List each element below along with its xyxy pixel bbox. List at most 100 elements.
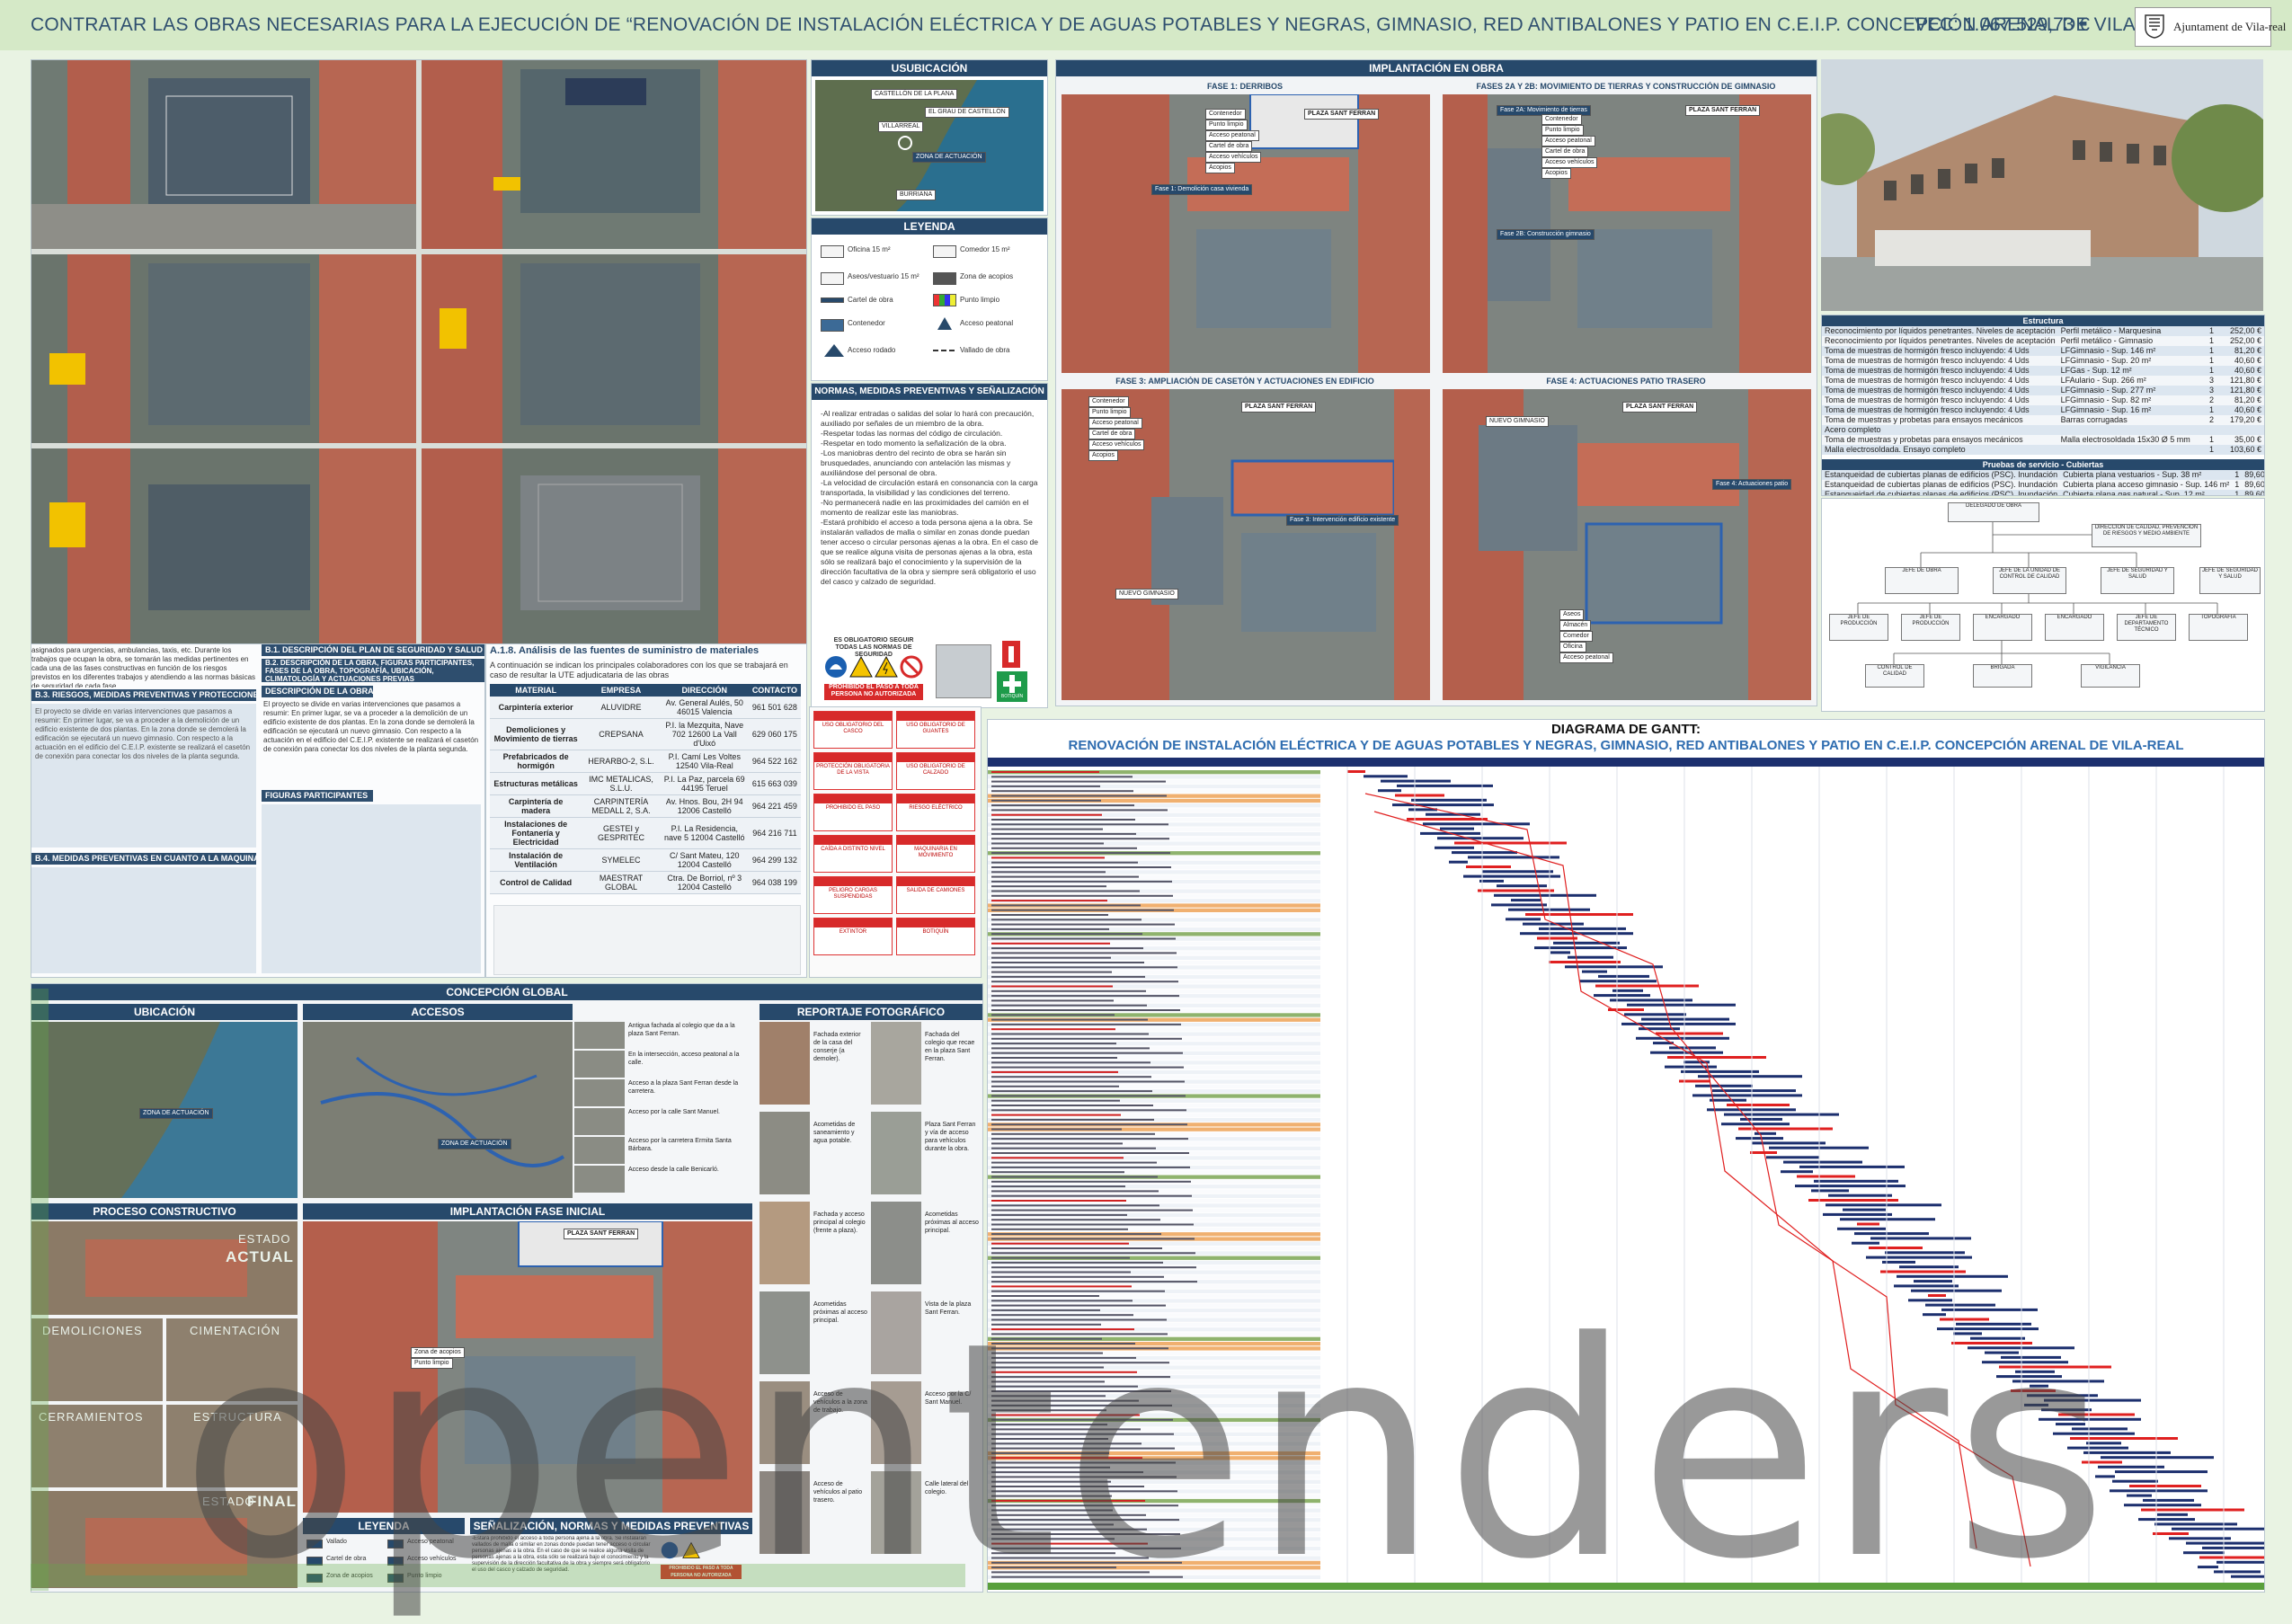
maquinaria-table (31, 867, 256, 973)
gantt-task-name (991, 1252, 1195, 1255)
gantt-bar (1695, 1084, 1753, 1087)
gantt-bar (1843, 1208, 1886, 1211)
p3-plaza: PLAZA SANT FERRAN (1241, 402, 1317, 413)
conc-zona-label-2: ZONA DE ACTUACIÓN (438, 1139, 511, 1149)
estructura-cell: Toma de muestras de hormigón fresco incl… (1822, 366, 2058, 376)
gantt-task-name (991, 1185, 1125, 1188)
gantt-bar (1826, 1203, 1941, 1207)
gantt-task-name (991, 942, 1110, 945)
gantt-bar (1828, 1194, 1892, 1197)
sign-chip-color (897, 836, 974, 845)
gantt-bar (1568, 955, 1613, 959)
gantt-task-name (991, 1052, 1183, 1054)
phase1-plan: Contenedor Punto limpio Acceso peatonal … (1062, 94, 1430, 373)
gantt-task-name (991, 1033, 1149, 1035)
gantt-bar (2143, 1498, 2194, 1502)
gantt-task-name (991, 1204, 1159, 1207)
report-photo (760, 1022, 810, 1105)
materiales-row: Prefabricados de hormigón HERARBO-2, S.L.… (490, 750, 801, 773)
gantt-bar (1823, 1212, 1892, 1216)
materiales-cell: 964 221 459 (748, 794, 801, 818)
gantt-bar (2172, 1527, 2264, 1531)
gantt-task-name (991, 989, 1146, 992)
electric-sign-icon (875, 655, 898, 678)
contenedor-symbol (821, 319, 844, 332)
materiales-intro: A continuación se indican los principale… (490, 661, 788, 679)
gantt-task-name (991, 1194, 1192, 1197)
phase3-plan: Contenedor Punto limpio Acceso peatonal … (1062, 389, 1430, 700)
sign-chip: PROHIBIDO EL PASO (813, 794, 893, 831)
estructura-cell: Toma de muestras de hormigón fresco incl… (1822, 356, 2058, 366)
gantt-bar (1837, 1227, 1886, 1230)
gantt-task-name (991, 1028, 1115, 1031)
p1-acceso-vehiculos: Acceso vehículos (1205, 152, 1262, 163)
sign-chip-label: MAQUINARIA EN MOVIMIENTO (914, 847, 957, 858)
p2-cartel: Cartel de obra (1541, 146, 1589, 157)
gantt-task-name (991, 1261, 1163, 1264)
access-caption: Acceso por la calle Sant Manuel. (628, 1109, 720, 1115)
botiquin-sign: BOTIQUÍN (997, 671, 1027, 702)
gantt-bar (1598, 974, 1649, 978)
normas-list: -Al realizar entradas o salidas del sola… (821, 409, 1038, 607)
gantt-bar (1423, 822, 1530, 826)
oficina-symbol (821, 245, 844, 258)
access-photo (574, 1137, 625, 1164)
gantt-bar (2231, 1575, 2264, 1578)
riesgos-text: El proyecto se divide en varias interven… (35, 707, 251, 760)
materiales-cell: SYMELEC (582, 848, 661, 872)
p1-plaza: PLAZA SANT FERRAN (1304, 109, 1380, 120)
estructura-cell: 1 (2199, 435, 2217, 445)
org-topografia: TOPOGRAFÍA (2189, 614, 2248, 641)
descripcion-obra-head: DESCRIPCIÓN DE LA OBRA (262, 686, 373, 697)
estructura-cell: Malla electrosoldada. Ensayo completo (1822, 445, 2058, 455)
materiales-cell: ALUVIDRE (582, 697, 661, 719)
access-photo (574, 1166, 625, 1193)
gantt-bar (2183, 1551, 2225, 1555)
cubiertas-cell: 1 (2232, 490, 2243, 495)
gantt-bar (1656, 1032, 1723, 1035)
section-b1-head: B.1. DESCRIPCIÓN DEL PLAN DE SEGURIDAD Y… (262, 644, 484, 656)
gantt-task-name (991, 1242, 1129, 1245)
materiales-row: Instalaciones de Fontanería y Electricid… (490, 817, 801, 849)
gantt-task-name (991, 842, 1104, 845)
aerial-photo-1 (31, 60, 416, 249)
gantt-task-name (991, 1180, 1191, 1183)
cubiertas-cell: Cubierta plana gas natural - Sup. 12 m² (2060, 490, 2233, 495)
gantt-task-name (991, 923, 1175, 926)
gantt-task-name (991, 1166, 1190, 1168)
cubiertas-cell: Estanqueidad de cubiertas planas de edif… (1822, 490, 2061, 495)
gantt-task-name (991, 918, 1142, 921)
estructura-row: Malla electrosoldada. Ensayo completo 1 10… (1822, 445, 2264, 455)
leyenda-title: LEYENDA (812, 218, 1047, 235)
legend-aseos: Aseos/vestuario 15 m² (848, 272, 919, 280)
cubiertas-cell: 89,60 € (2242, 470, 2264, 480)
organigrama-panel: DELEGADO DE OBRA DIRECCIÓN DE CALIDAD, P… (1821, 498, 2265, 712)
gantt-bar (1681, 1069, 1759, 1073)
gantt-task-name (991, 1228, 1128, 1230)
gantt-bar (1452, 851, 1517, 855)
gantt-task-name (991, 1057, 1117, 1059)
sign-chip-label: PROHIBIDO EL PASO (825, 805, 881, 811)
org-encargado-1: ENCARGADO (1973, 614, 2032, 641)
gantt-bar (2101, 1456, 2214, 1460)
report-photo (760, 1112, 810, 1194)
gantt-task-name (991, 1009, 1180, 1011)
gantt-bar (1411, 798, 1487, 802)
gantt-bar (2110, 1489, 2208, 1493)
materiales-cell: 964 522 162 (748, 750, 801, 773)
gantt-task-name (991, 875, 1139, 878)
access-photo (574, 1079, 625, 1106)
gantt-bar (1750, 1151, 1777, 1154)
estructura-row: Toma de muestras de hormigón fresco incl… (1822, 405, 2264, 415)
descripcion-obra-text: El proyecto se divide en varias interven… (263, 700, 479, 753)
materiales-cell: MAESTRAT GLOBAL (582, 871, 661, 894)
cubiertas-cell: 89,60 € (2242, 480, 2264, 490)
cubiertas-cell: Cubierta plana acceso gimnasio - Sup. 14… (2060, 480, 2233, 490)
gantt-task-name (991, 776, 1133, 778)
sign-chip-color (897, 918, 974, 927)
acopios-symbol (933, 272, 956, 285)
sign-chip: SALIDA DE CAMIONES (896, 876, 975, 914)
p4-fase-label: Fase 4: Actuaciones patio (1712, 479, 1792, 490)
org-delegado: DELEGADO DE OBRA (1948, 502, 2039, 522)
gantt-bar (1852, 1241, 1879, 1245)
